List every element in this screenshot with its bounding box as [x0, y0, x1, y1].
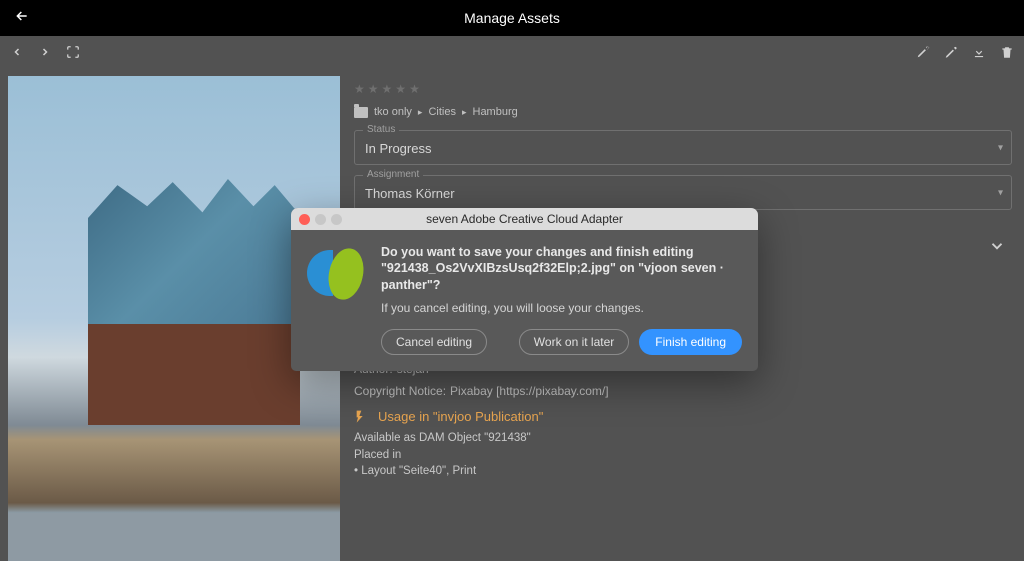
star-icon[interactable]: ★	[409, 82, 420, 96]
edit-icon[interactable]	[944, 45, 958, 59]
usage-line: Available as DAM Object "921438"	[354, 430, 1012, 447]
meta-copyright: Copyright Notice:Pixabay [https://pixaba…	[354, 384, 1012, 398]
zoom-icon	[331, 214, 342, 225]
delete-icon[interactable]	[1000, 45, 1014, 59]
page-title: Manage Assets	[464, 10, 560, 26]
fullscreen-icon[interactable]	[66, 45, 80, 59]
field-label: Status	[363, 124, 399, 135]
usage-title: Usage in "invjoo Publication"	[378, 409, 543, 424]
chevron-right-icon: ▸	[418, 107, 423, 118]
chevron-down-icon: ▾	[998, 187, 1003, 198]
usage-line: • Layout "Seite40", Print	[354, 463, 1012, 480]
dialog-title: seven Adobe Creative Cloud Adapter	[291, 212, 758, 226]
star-icon[interactable]: ★	[354, 82, 365, 96]
dialog-titlebar[interactable]: seven Adobe Creative Cloud Adapter	[291, 208, 758, 230]
breadcrumb-item[interactable]: Cities	[428, 106, 456, 118]
minimize-icon	[315, 214, 326, 225]
download-icon[interactable]	[972, 45, 986, 59]
usage-icon	[354, 408, 370, 424]
close-icon[interactable]	[299, 214, 310, 225]
field-value: Thomas Körner	[365, 186, 455, 201]
star-icon[interactable]: ★	[382, 82, 393, 96]
save-dialog: seven Adobe Creative Cloud Adapter Do yo…	[291, 208, 758, 371]
folder-icon	[354, 107, 368, 118]
breadcrumb-item[interactable]: tko only	[374, 106, 412, 118]
chevron-down-icon	[988, 237, 1006, 258]
finish-editing-button[interactable]: Finish editing	[639, 329, 742, 355]
magic-edit-icon[interactable]	[916, 45, 930, 59]
star-icon[interactable]: ★	[368, 82, 379, 96]
chevron-right-icon: ▸	[462, 107, 467, 118]
chevron-down-icon: ▾	[998, 142, 1003, 153]
rating-stars[interactable]: ★ ★ ★ ★ ★	[354, 82, 1012, 96]
dialog-message: Do you want to save your changes and fin…	[381, 244, 742, 293]
dialog-subtext: If you cancel editing, you will loose yo…	[381, 301, 742, 315]
usage-line: Placed in	[354, 447, 1012, 464]
breadcrumb-item[interactable]: Hamburg	[473, 106, 518, 118]
usage-section: Usage in "invjoo Publication" Available …	[354, 408, 1012, 480]
field-label: Assignment	[363, 169, 423, 180]
back-button[interactable]	[14, 8, 30, 29]
star-icon[interactable]: ★	[395, 82, 406, 96]
next-icon[interactable]	[38, 45, 52, 59]
assignment-select[interactable]: Assignment Thomas Körner ▾	[354, 175, 1012, 210]
app-logo	[307, 244, 365, 302]
breadcrumb: tko only ▸ Cities ▸ Hamburg	[354, 106, 1012, 118]
toolbar	[0, 36, 1024, 68]
work-later-button[interactable]: Work on it later	[519, 329, 629, 355]
field-value: In Progress	[365, 141, 431, 156]
cancel-editing-button[interactable]: Cancel editing	[381, 329, 487, 355]
status-select[interactable]: Status In Progress ▾	[354, 130, 1012, 165]
prev-icon[interactable]	[10, 45, 24, 59]
